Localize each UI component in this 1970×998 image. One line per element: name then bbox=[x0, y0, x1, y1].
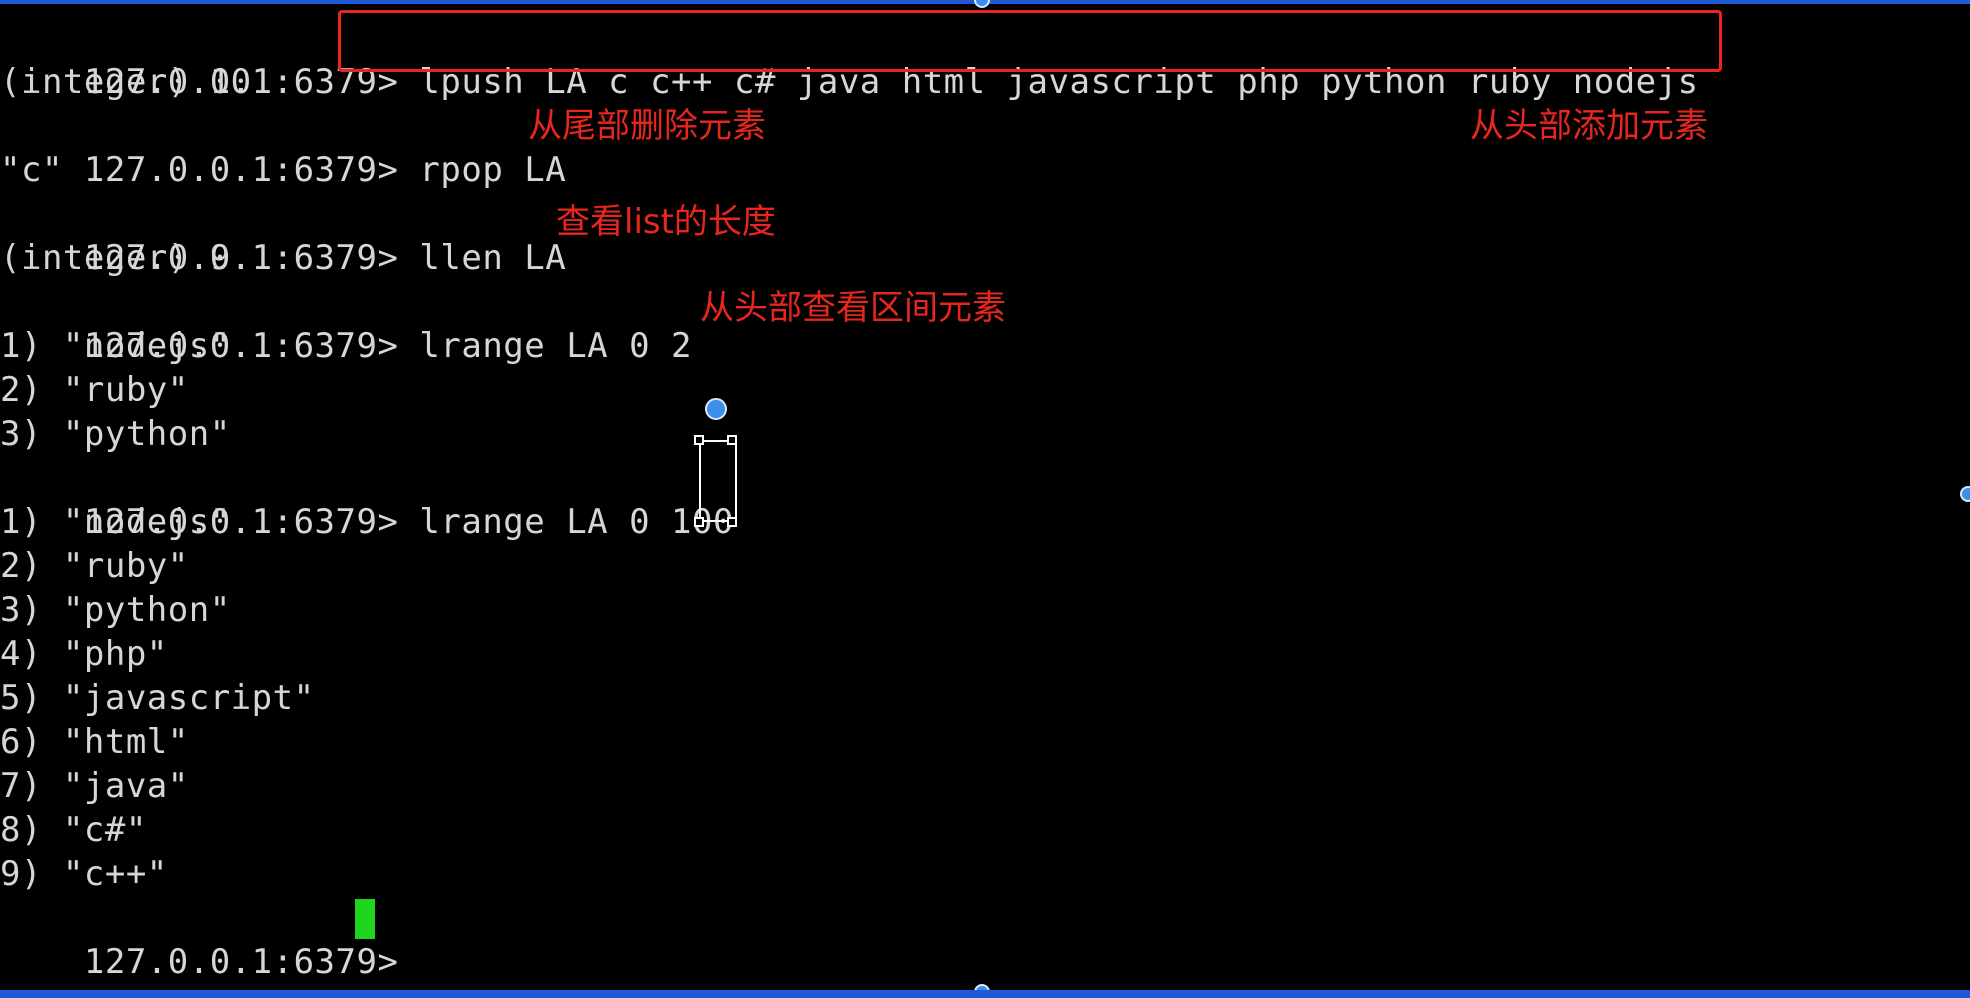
output-line: 2) "ruby" bbox=[0, 370, 189, 410]
output-line: 5) "javascript" bbox=[0, 678, 315, 718]
output-line: 1) "nodejs" bbox=[0, 502, 231, 542]
output-line: 4) "php" bbox=[0, 634, 168, 674]
output-line: 2) "ruby" bbox=[0, 546, 189, 586]
annotation-lpush: 从头部添加元素 bbox=[1470, 106, 1708, 146]
output-line: 1) "nodejs" bbox=[0, 326, 231, 366]
terminal-line-current-prompt[interactable]: 127.0.0.1:6379> bbox=[0, 896, 398, 982]
terminal-line-lrange-2: 127.0.0.1:6379> lrange LA 0 2 bbox=[0, 280, 692, 366]
output-line: 8) "c#" bbox=[0, 810, 147, 850]
resize-handle-top-left[interactable] bbox=[694, 435, 704, 445]
selection-rectangle[interactable] bbox=[699, 440, 737, 522]
output-line: 7) "java" bbox=[0, 766, 189, 806]
resize-handle-bottom-left[interactable] bbox=[694, 517, 704, 527]
terminal-window[interactable]: 127.0.0.1:6379> lpush LA c c++ c# java h… bbox=[0, 0, 1970, 998]
terminal-line-llen: 127.0.0.1:6379> llen LA bbox=[0, 192, 566, 278]
output-line: "c" bbox=[0, 150, 63, 190]
annotation-llen: 查看list的长度 bbox=[556, 202, 776, 242]
output-line: 9) "c++" bbox=[0, 854, 168, 894]
command-text: lrange LA 0 2 bbox=[419, 326, 693, 366]
output-line: 3) "python" bbox=[0, 414, 231, 454]
prompt: 127.0.0.1:6379> bbox=[83, 942, 399, 982]
command-text: rpop LA bbox=[419, 150, 567, 190]
edge-handle-right[interactable] bbox=[1960, 486, 1970, 502]
prompt: 127.0.0.1:6379> bbox=[83, 150, 399, 190]
terminal-line-rpop: 127.0.0.1:6379> rpop LA bbox=[0, 104, 566, 190]
window-bottom-edge bbox=[0, 990, 1970, 998]
output-line: 6) "html" bbox=[0, 722, 189, 762]
annotation-rpop: 从尾部删除元素 bbox=[528, 106, 766, 146]
command-text: llen LA bbox=[419, 238, 567, 278]
output-line: (integer) 10 bbox=[0, 62, 252, 102]
terminal-line-lrange-100: 127.0.0.1:6379> lrange LA 0 100 bbox=[0, 456, 734, 542]
text-cursor bbox=[355, 899, 375, 939]
output-line: (integer) 9 bbox=[0, 238, 231, 278]
highlight-box bbox=[338, 10, 1722, 72]
edge-handle-top[interactable] bbox=[974, 0, 990, 8]
output-line: 3) "python" bbox=[0, 590, 231, 630]
rotate-handle[interactable] bbox=[705, 398, 727, 420]
resize-handle-bottom-right[interactable] bbox=[727, 517, 737, 527]
annotation-lrange: 从头部查看区间元素 bbox=[700, 288, 1006, 328]
command-text: lrange LA 0 100 bbox=[419, 502, 734, 542]
resize-handle-top-right[interactable] bbox=[727, 435, 737, 445]
